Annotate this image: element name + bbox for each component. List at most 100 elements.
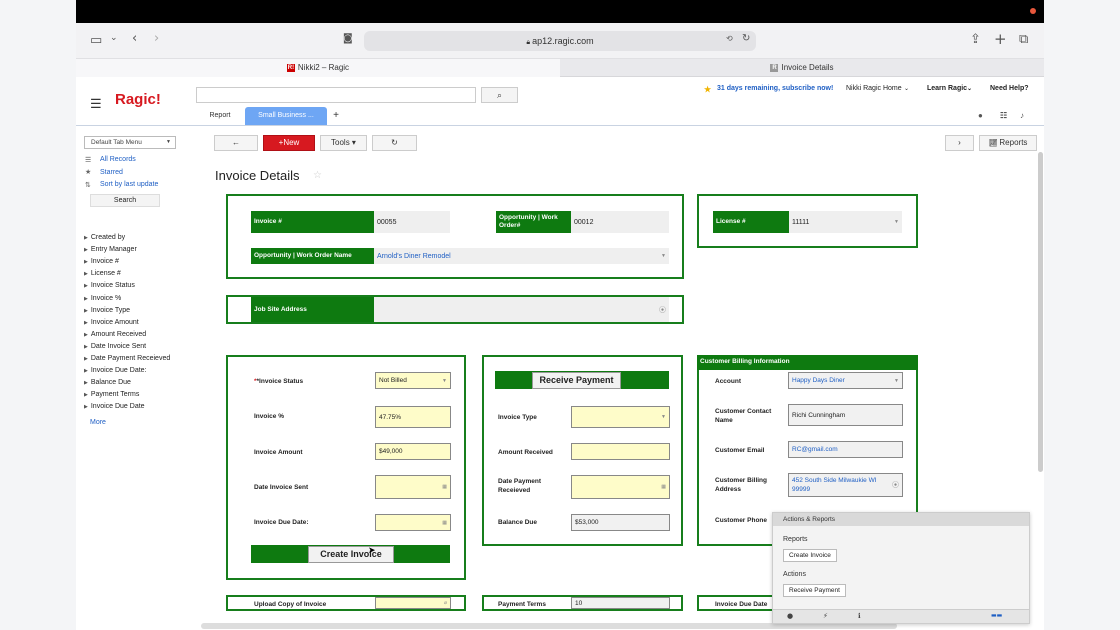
field-filter-item[interactable]: ▶ Date Invoice Sent [84, 343, 146, 350]
invoice-header-panel: Invoice # 00055 Opportunity | Work Order… [226, 194, 684, 279]
chat-icon[interactable]: ● [978, 111, 983, 120]
receive-payment-button[interactable]: Receive Payment [532, 372, 621, 389]
refresh-button[interactable]: ↻ [372, 135, 417, 151]
invoice-amount-input[interactable]: $49,000 [375, 443, 451, 460]
browser-tab-invoice-details[interactable]: R Invoice Details [560, 59, 1044, 77]
comment-icon[interactable]: ● [787, 612, 793, 620]
field-filter-item[interactable]: ▶ Invoice # [84, 258, 119, 265]
due-date-input[interactable]: ▦ [375, 514, 451, 531]
field-filter-item[interactable]: ▶ Date Payment Receieved [84, 355, 170, 362]
opportunity-number-value[interactable]: 00012 [571, 211, 669, 233]
back-button[interactable]: ← [214, 135, 258, 151]
global-search-input[interactable] [196, 87, 476, 103]
sidebar-link-all-records[interactable]: All Records [100, 156, 136, 163]
caret-down-icon: ▼ [442, 377, 447, 384]
field-filter-item[interactable]: ▶ Invoice Amount [84, 319, 139, 326]
account-menu[interactable]: Nikki Ragic Home [846, 85, 902, 92]
account-label: Account [715, 378, 741, 385]
lightning-icon[interactable]: ⚡︎ [823, 612, 828, 620]
translate-icon[interactable]: ⟲ [726, 34, 733, 43]
email-value[interactable]: RC@gmail.com [788, 441, 903, 458]
caret-down-icon: ▼ [661, 253, 666, 259]
new-record-button[interactable]: +New [263, 135, 315, 151]
reports-button[interactable]: 📈︎ Reports [979, 135, 1037, 151]
expand-arrow-icon: ▶ [84, 368, 88, 375]
learn-ragic-menu[interactable]: Learn Ragic [927, 85, 967, 92]
license-value[interactable]: 11111 ▼ [789, 211, 902, 233]
reload-icon[interactable]: ↻ [742, 33, 750, 44]
tab-report[interactable]: Report [200, 107, 240, 125]
upload-input[interactable]: ⌀ [375, 597, 451, 609]
opportunity-name-value[interactable]: Arnold's Diner Remodel ▼ [374, 248, 669, 264]
caret-down-icon: ▼ [894, 377, 899, 384]
vertical-scrollbar[interactable] [1038, 152, 1043, 472]
tab-small-business[interactable]: Small Business ... [245, 107, 327, 125]
tools-button[interactable]: Tools ▾ [320, 135, 367, 151]
expand-arrow-icon: ▶ [84, 271, 88, 278]
sidebar-search-button[interactable]: Search [90, 194, 160, 207]
invoice-pct-input[interactable]: 47.75% [375, 406, 451, 428]
list-icon[interactable]: ☷ [1000, 111, 1007, 120]
sidebar-link-sort[interactable]: Sort by last update [100, 181, 158, 188]
tab-menu-dropdown[interactable]: Default Tab Menu ▼ [84, 136, 176, 149]
invoice-number-value[interactable]: 00055 [374, 211, 450, 233]
browser-tab-nikki2[interactable]: R! Nikki2 – Ragic [76, 59, 560, 77]
mouse-cursor-icon: ➤ [368, 545, 376, 555]
field-filter-item[interactable]: ▶ Created by [84, 234, 125, 241]
job-site-value[interactable]: ⦿ [374, 297, 669, 322]
expand-arrow-icon: ▶ [84, 343, 88, 350]
expand-arrow-icon: ▶ [84, 319, 88, 326]
amount-received-input[interactable] [571, 443, 670, 460]
field-filter-label: Date Payment Receieved [90, 355, 171, 362]
address-text: 452 South Side Milwaukie WI 99999 [792, 477, 877, 493]
invoice-status-select[interactable]: Not Billed ▼ [375, 372, 451, 389]
forward-arrow-icon[interactable]: › [154, 31, 159, 46]
info-icon[interactable]: ℹ︎ [858, 612, 861, 620]
date-payment-input[interactable]: ▦ [571, 475, 670, 499]
field-filter-item[interactable]: ▶ Invoice Type [84, 307, 130, 314]
ragic-logo[interactable]: Ragic! [115, 91, 161, 108]
account-select[interactable]: Happy Days Diner ▼ [788, 372, 903, 389]
more-link[interactable]: More [90, 419, 106, 426]
add-tab-button[interactable]: + [330, 107, 342, 125]
field-filter-item[interactable]: ▶ Balance Due [84, 379, 131, 386]
field-filter-item[interactable]: ▶ Amount Received [84, 331, 146, 338]
reports-label: Reports [999, 138, 1028, 147]
date-sent-input[interactable]: ▦ [375, 475, 451, 499]
invoice-type-select[interactable]: ▼ [571, 406, 670, 428]
search-icon[interactable]: ⌕ [481, 87, 518, 103]
create-invoice-report-button[interactable]: Create Invoice [783, 549, 837, 562]
share-icon[interactable]: ⇪ [970, 32, 981, 47]
field-filter-item[interactable]: ▶ Invoice Due Date: [84, 367, 147, 374]
field-filter-item[interactable]: ▶ Invoice Due Date [84, 403, 145, 410]
privacy-shield-icon[interactable]: ◙ [343, 33, 353, 44]
field-filter-item[interactable]: ▶ License # [84, 270, 121, 277]
sidebar-toggle-icon[interactable]: ▭ [90, 33, 102, 48]
expand-arrow-icon: ▶ [84, 283, 88, 290]
url-text: ap12.ragic.com [532, 36, 594, 46]
help-link[interactable]: Need Help? [990, 85, 1029, 92]
create-invoice-button[interactable]: Create Invoice [308, 546, 394, 563]
url-bar[interactable]: 🔒︎ ap12.ragic.com [364, 31, 756, 51]
field-filter-item[interactable]: ▶ Invoice % [84, 295, 121, 302]
bell-icon[interactable]: ♪ [1020, 111, 1024, 120]
favorite-star-icon[interactable]: ☆ [313, 170, 322, 181]
chevron-down-icon[interactable]: ⌄ [110, 33, 118, 43]
trial-notice[interactable]: 31 days remaining, subscribe now! [717, 85, 833, 92]
contact-name-value[interactable]: Richi Cunningham [788, 404, 903, 426]
hamburger-menu-icon[interactable]: ☰ [90, 96, 102, 112]
back-arrow-icon[interactable]: ‹ [132, 31, 137, 46]
field-filter-item[interactable]: ▶ Entry Manager [84, 246, 137, 253]
next-record-button[interactable]: › [945, 135, 974, 151]
new-tab-icon[interactable]: + [994, 30, 1007, 48]
sidebar-link-starred[interactable]: Starred [100, 169, 123, 176]
field-filter-item[interactable]: ▶ Invoice Status [84, 282, 135, 289]
field-filter-item[interactable]: ▶ Payment Terms [84, 391, 139, 398]
email-label: Customer Email [715, 447, 765, 454]
billing-address-value[interactable]: 452 South Side Milwaukie WI 99999 ⦿ [788, 473, 903, 497]
payment-terms-value[interactable]: 10 [571, 597, 670, 609]
receive-payment-action-button[interactable]: Receive Payment [783, 584, 846, 597]
field-filter-label: Created by [90, 234, 126, 241]
tab-overview-icon[interactable]: ⧉ [1019, 32, 1028, 47]
expand-arrow-icon: ▶ [84, 235, 88, 241]
